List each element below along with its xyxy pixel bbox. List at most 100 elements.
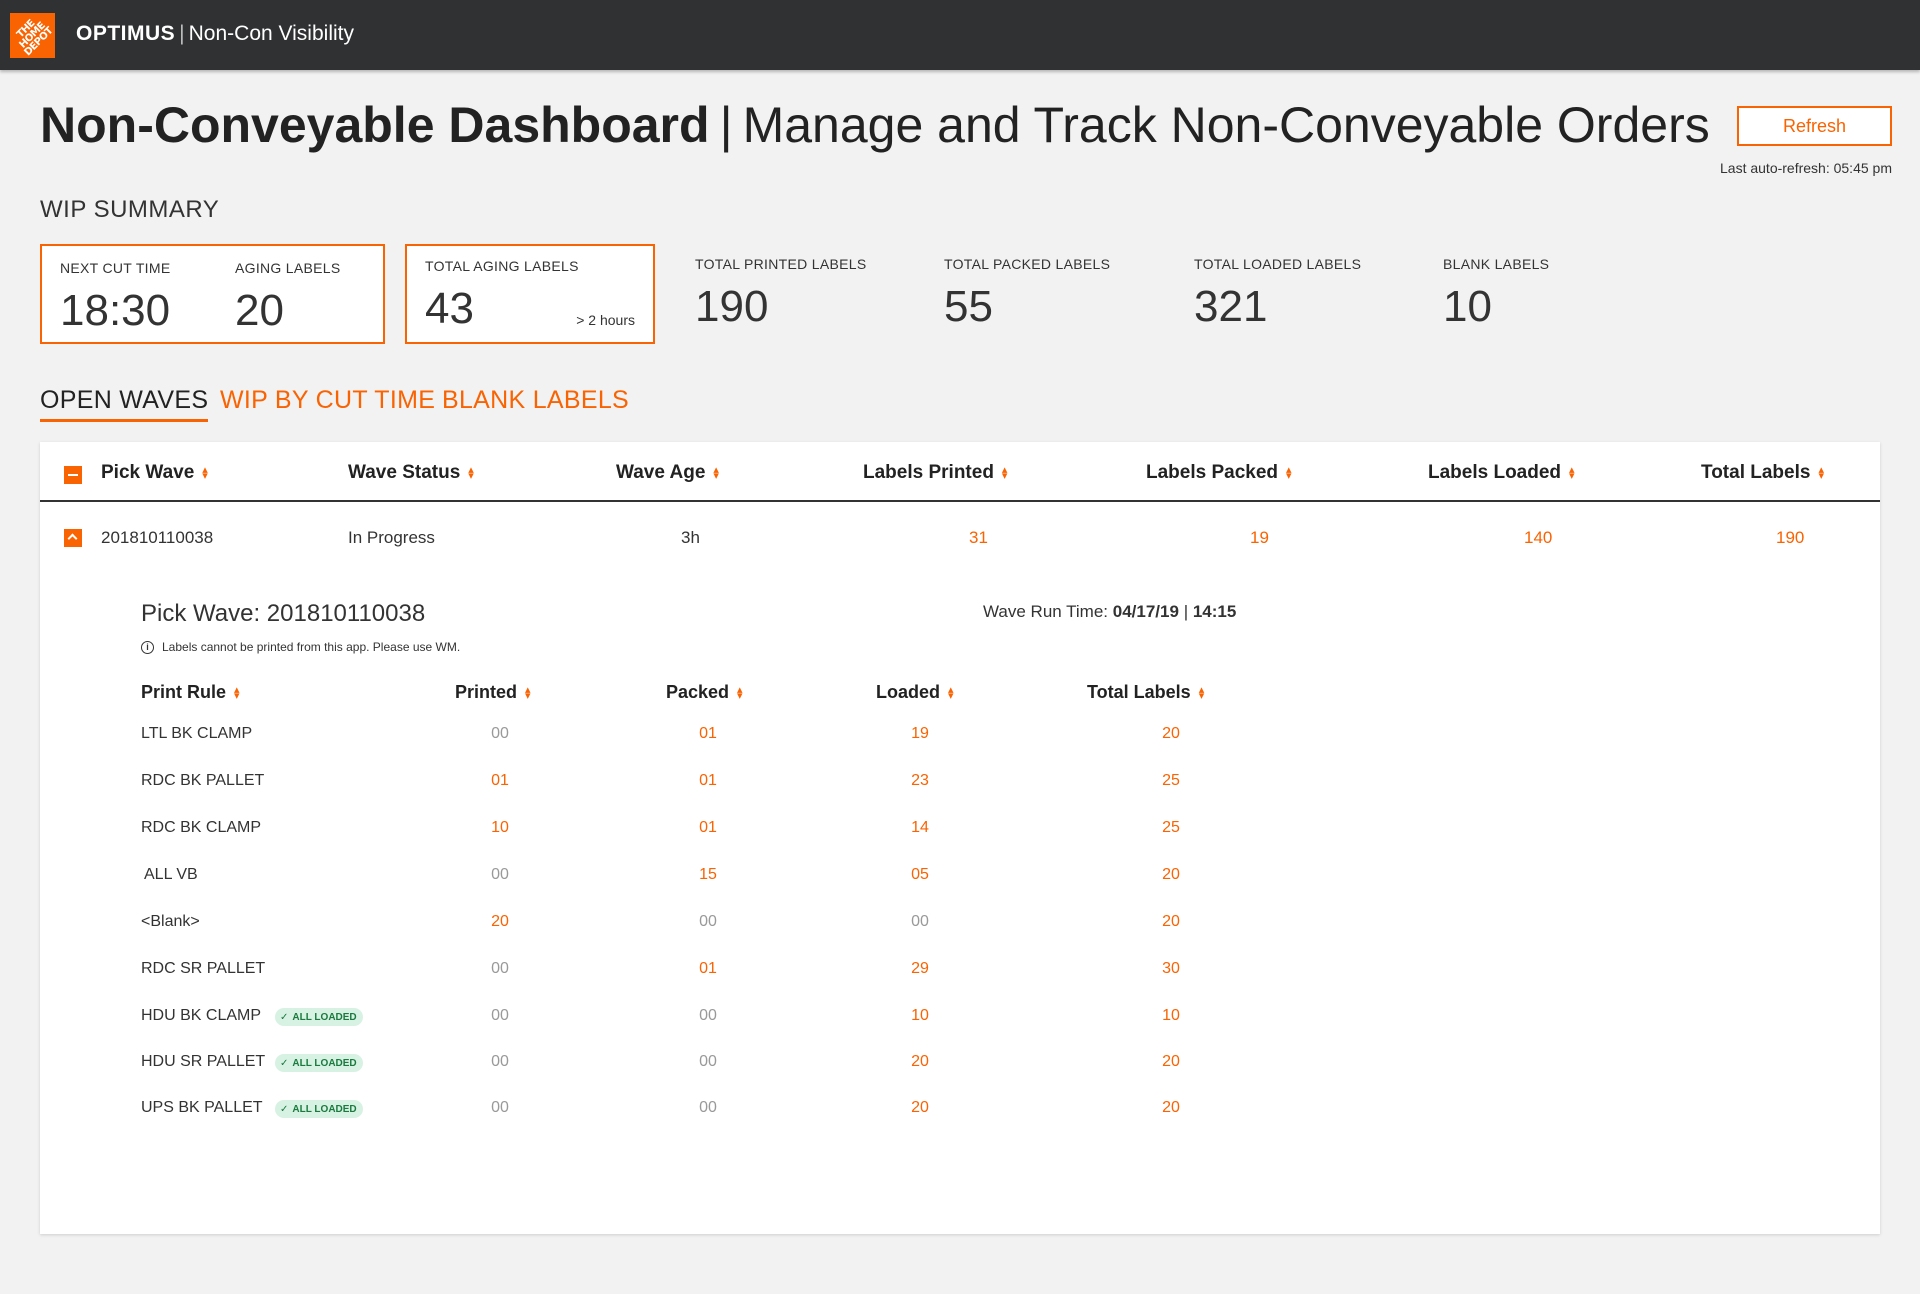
total-printed-value: 190 [695, 282, 769, 331]
detail-col-packed-label: Packed [666, 682, 730, 702]
detail-col-total-labels-label: Total Labels [1087, 682, 1191, 702]
detail-cell-loaded[interactable]: 23 [911, 772, 929, 790]
detail-cell-loaded[interactable]: 20 [911, 1099, 929, 1117]
detail-col-print-rule[interactable]: Print Rule ▴ ▾ [141, 682, 240, 703]
detail-cell-total[interactable]: 20 [1162, 1053, 1180, 1071]
detail-col-total-labels[interactable]: Total Labels ▴ ▾ [1087, 682, 1204, 703]
sort-icon[interactable]: ▴ ▾ [948, 685, 954, 702]
detail-cell-total[interactable]: 20 [1162, 1099, 1180, 1117]
cell-total-labels[interactable]: 190 [1776, 528, 1804, 548]
detail-cell-loaded[interactable]: 29 [911, 960, 929, 978]
col-wave-age[interactable]: Wave Age ▴ ▾ [616, 462, 719, 484]
sort-icon[interactable]: ▴ ▾ [737, 685, 743, 702]
badge-label: ALL LOADED [292, 1103, 357, 1115]
detail-cell-loaded[interactable]: 14 [911, 819, 929, 837]
total-aging-labels-card: TOTAL AGING LABELS 43 > 2 hours [405, 244, 655, 344]
detail-col-print-rule-label: Print Rule [141, 682, 227, 702]
detail-cell-total[interactable]: 20 [1162, 913, 1180, 931]
cell-labels-printed[interactable]: 31 [969, 528, 988, 548]
detail-cell-packed: 00 [699, 1099, 717, 1116]
page-subtitle: Manage and Track Non-Conveyable Orders [742, 97, 1710, 153]
total-loaded-value: 321 [1194, 282, 1268, 331]
sort-icon[interactable]: ▴ ▾ [525, 685, 531, 702]
sort-icon[interactable]: ▴ ▾ [1286, 464, 1292, 481]
run-time-separator: | [1183, 602, 1189, 621]
total-packed-label: TOTAL PACKED LABELS [944, 256, 1111, 272]
col-labels-loaded[interactable]: Labels Loaded ▴ ▾ [1428, 462, 1575, 484]
tab-wip-by-cut-time[interactable]: WIP BY CUT TIME [220, 386, 435, 415]
detail-cell-printed[interactable]: 01 [491, 772, 509, 790]
sort-icon[interactable]: ▴ ▾ [1002, 464, 1008, 481]
page-title-main: Non-Conveyable Dashboard [40, 97, 710, 153]
detail-cell-packed: 00 [699, 1053, 717, 1070]
cell-labels-packed[interactable]: 19 [1250, 528, 1269, 548]
sort-icon[interactable]: ▴ ▾ [1199, 685, 1205, 702]
detail-cell-total[interactable]: 10 [1162, 1007, 1180, 1025]
app-title-separator: | [179, 22, 185, 45]
tab-blank-labels[interactable]: BLANK LABELS [442, 386, 629, 415]
cell-labels-loaded[interactable]: 140 [1524, 528, 1552, 548]
detail-col-printed[interactable]: Printed ▴ ▾ [455, 682, 531, 703]
detail-col-loaded[interactable]: Loaded ▴ ▾ [876, 682, 954, 703]
detail-cell-packed[interactable]: 15 [699, 866, 717, 884]
detail-cell-packed[interactable]: 01 [699, 725, 717, 743]
check-icon: ✓ [280, 1103, 289, 1115]
sort-icon[interactable]: ▴ ▾ [1569, 464, 1575, 481]
table-header: Pick Wave ▴ ▾ Wave Status ▴ ▾ Wave Age ▴ ▾ Lab… [40, 442, 1880, 502]
sort-icon[interactable]: ▴ ▾ [202, 464, 208, 481]
collapse-all-icon[interactable] [64, 466, 82, 484]
info-text: Labels cannot be printed from this app. … [162, 640, 461, 654]
next-cut-time-card: NEXT CUT TIME 18:30 AGING LABELS 20 [40, 244, 385, 344]
top-bar: THE HOME DEPOT OPTIMUS | Non-Con Visibilit… [0, 0, 1920, 70]
logo-text: THE HOME DEPOT [14, 17, 56, 59]
detail-cell-loaded[interactable]: 10 [911, 1007, 929, 1025]
detail-cell-packed[interactable]: 01 [699, 819, 717, 837]
print-rule-name: LTL BK CLAMP [141, 725, 253, 742]
print-rule-name: HDU SR PALLET [141, 1053, 266, 1070]
col-wave-status-label: Wave Status [348, 462, 461, 483]
blank-labels-label: BLANK LABELS [1443, 256, 1550, 272]
col-labels-printed[interactable]: Labels Printed ▴ ▾ [863, 462, 1007, 484]
blank-labels-card: BLANK LABELS 10 [1443, 244, 1643, 344]
detail-cell-loaded: 00 [911, 913, 929, 930]
detail-cell-total[interactable]: 30 [1162, 960, 1180, 978]
detail-cell-total[interactable]: 25 [1162, 819, 1180, 837]
page-title: Non-Conveyable Dashboard | Manage and Trac… [40, 96, 1710, 154]
collapse-row-icon[interactable] [64, 529, 82, 547]
col-wave-status[interactable]: Wave Status ▴ ▾ [348, 462, 474, 484]
run-date: 04/17/19 [1112, 602, 1179, 621]
cell-pick-wave: 201810110038 [101, 528, 214, 547]
detail-cell-loaded[interactable]: 19 [911, 725, 929, 743]
app-name: OPTIMUS [76, 22, 176, 45]
detail-cell-packed[interactable]: 01 [699, 960, 717, 978]
print-rule-name: RDC SR PALLET [141, 960, 266, 977]
detail-cell-total[interactable]: 20 [1162, 866, 1180, 884]
sort-icon[interactable]: ▴ ▾ [1818, 464, 1824, 481]
sort-icon[interactable]: ▴ ▾ [468, 464, 474, 481]
info-icon: i [141, 640, 154, 654]
detail-cell-loaded[interactable]: 20 [911, 1053, 929, 1071]
detail-cell-loaded[interactable]: 05 [911, 866, 929, 884]
total-aging-note: > 2 hours [576, 312, 635, 328]
detail-col-packed[interactable]: Packed ▴ ▾ [666, 682, 743, 703]
detail-cell-packed: 00 [699, 913, 717, 930]
total-packed-value: 55 [944, 282, 993, 331]
col-total-labels[interactable]: Total Labels ▴ ▾ [1701, 462, 1824, 484]
detail-cell-packed[interactable]: 01 [699, 772, 717, 790]
detail-cell-total[interactable]: 20 [1162, 725, 1180, 743]
sort-icon[interactable]: ▴ ▾ [713, 464, 719, 481]
col-labels-packed[interactable]: Labels Packed ▴ ▾ [1146, 462, 1292, 484]
sort-icon[interactable]: ▴ ▾ [234, 685, 240, 702]
detail-cell-printed[interactable]: 20 [491, 913, 509, 931]
cell-wave-age: 3h [681, 528, 700, 547]
col-labels-loaded-label: Labels Loaded [1428, 462, 1562, 483]
total-packed-card: TOTAL PACKED LABELS 55 [944, 244, 1164, 344]
col-pick-wave[interactable]: Pick Wave ▴ ▾ [101, 462, 208, 484]
cell-wave-status: In Progress [348, 528, 435, 547]
detail-cell-total[interactable]: 25 [1162, 772, 1180, 790]
check-icon: ✓ [280, 1011, 289, 1023]
refresh-button[interactable]: Refresh [1737, 106, 1892, 146]
tab-open-waves[interactable]: OPEN WAVES [40, 386, 209, 422]
detail-cell-printed[interactable]: 10 [491, 819, 509, 837]
home-depot-logo[interactable]: THE HOME DEPOT [10, 13, 55, 58]
